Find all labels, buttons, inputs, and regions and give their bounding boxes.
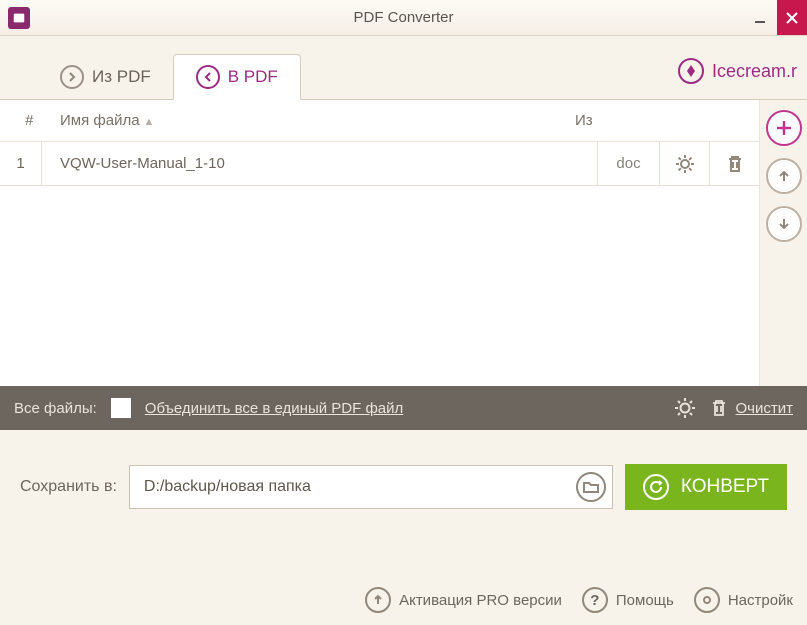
titlebar: PDF Converter bbox=[0, 0, 807, 36]
col-num[interactable]: # bbox=[8, 112, 50, 129]
add-file-button[interactable] bbox=[766, 110, 802, 146]
merge-link[interactable]: Объединить все в единый PDF файл bbox=[145, 400, 403, 417]
row-settings-button[interactable] bbox=[659, 142, 709, 185]
pro-activation-button[interactable]: Активация PRO версии bbox=[365, 587, 562, 613]
tab-to-pdf[interactable]: В PDF bbox=[173, 54, 301, 100]
settings-label: Настройк bbox=[728, 592, 793, 609]
arrow-up-icon bbox=[365, 587, 391, 613]
tab-from-pdf[interactable]: Из PDF bbox=[38, 55, 173, 99]
help-button[interactable]: ? Помощь bbox=[582, 587, 674, 613]
main-content: # Имя файла▲ Из 1 VQW-User-Manual_1-10 d… bbox=[0, 100, 807, 386]
table-header: # Имя файла▲ Из bbox=[0, 100, 759, 142]
save-path-box bbox=[129, 465, 613, 509]
brand-link[interactable]: Icecream.r bbox=[678, 58, 797, 84]
close-button[interactable] bbox=[777, 0, 807, 35]
row-delete-button[interactable] bbox=[709, 142, 759, 185]
save-path-input[interactable] bbox=[144, 478, 576, 496]
move-up-button[interactable] bbox=[766, 158, 802, 194]
minimize-button[interactable] bbox=[743, 0, 777, 35]
browse-folder-button[interactable] bbox=[576, 472, 606, 502]
footer: Активация PRO версии ? Помощь Настройк bbox=[365, 587, 793, 613]
plus-icon bbox=[775, 119, 793, 137]
app-icon bbox=[8, 7, 30, 29]
gear-icon bbox=[694, 587, 720, 613]
tab-label: В PDF bbox=[228, 67, 278, 87]
to-pdf-icon bbox=[196, 65, 220, 89]
convert-label: КОНВЕРТ bbox=[681, 476, 769, 498]
row-filename: VQW-User-Manual_1-10 bbox=[42, 155, 597, 172]
window-title: PDF Converter bbox=[0, 9, 807, 26]
clear-label: Очистит bbox=[736, 400, 793, 417]
save-label: Сохранить в: bbox=[20, 478, 117, 496]
help-label: Помощь bbox=[616, 592, 674, 609]
empty-drop-area[interactable] bbox=[0, 186, 759, 386]
arrow-up-icon bbox=[777, 169, 791, 183]
allfiles-settings-button[interactable] bbox=[674, 397, 696, 419]
save-row: Сохранить в: КОНВЕРТ bbox=[0, 430, 807, 530]
allfiles-bar: Все файлы: Объединить все в единый PDF ф… bbox=[0, 386, 807, 430]
trash-icon bbox=[726, 154, 744, 174]
clear-all-button[interactable]: Очистит bbox=[710, 398, 793, 418]
sort-asc-icon: ▲ bbox=[144, 116, 155, 128]
row-ext: doc bbox=[597, 142, 659, 185]
icecream-icon bbox=[678, 58, 704, 84]
gear-icon bbox=[675, 154, 695, 174]
tab-label: Из PDF bbox=[92, 67, 151, 87]
table-row[interactable]: 1 VQW-User-Manual_1-10 doc bbox=[0, 142, 759, 186]
col-from[interactable]: Из bbox=[575, 112, 655, 129]
settings-button[interactable]: Настройк bbox=[694, 587, 793, 613]
arrow-down-icon bbox=[777, 217, 791, 231]
merge-checkbox[interactable] bbox=[111, 398, 131, 418]
row-num: 1 bbox=[0, 142, 42, 185]
brand-label: Icecream.r bbox=[712, 61, 797, 82]
question-icon: ? bbox=[582, 587, 608, 613]
move-down-button[interactable] bbox=[766, 206, 802, 242]
from-pdf-icon bbox=[60, 65, 84, 89]
col-filename[interactable]: Имя файла▲ bbox=[50, 112, 575, 129]
trash-icon bbox=[710, 398, 728, 418]
pro-label: Активация PRO версии bbox=[399, 592, 562, 609]
right-sidebar bbox=[759, 100, 807, 386]
gear-icon bbox=[674, 397, 696, 419]
allfiles-label: Все файлы: bbox=[14, 400, 97, 417]
tabs: Из PDF В PDF Icecream.r bbox=[0, 36, 807, 100]
folder-icon bbox=[583, 480, 599, 494]
refresh-icon bbox=[643, 474, 669, 500]
convert-button[interactable]: КОНВЕРТ bbox=[625, 464, 787, 510]
